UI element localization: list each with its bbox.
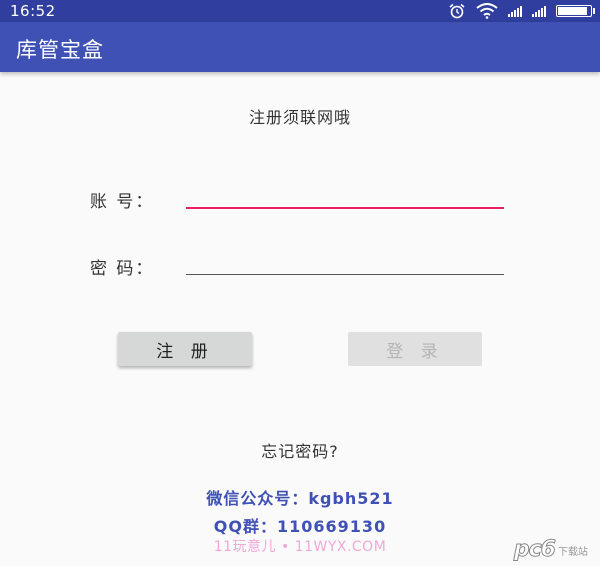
wechat-info: 微信公众号：kgbh521 <box>206 489 394 508</box>
alarm-icon <box>449 3 465 19</box>
status-time: 16:52 <box>10 2 56 20</box>
account-label: 账 号： <box>90 192 155 212</box>
status-icons <box>448 3 595 19</box>
battery-icon <box>556 5 595 17</box>
app-bar: 库管宝盒 <box>0 22 600 72</box>
password-label: 密 码： <box>90 259 155 279</box>
corner-logo: pc6 下载站 <box>513 537 588 563</box>
signal-icon <box>508 5 522 17</box>
password-input[interactable] <box>186 252 504 275</box>
watermark-text: 11玩意儿 • 11WYX.COM <box>213 539 387 555</box>
forgot-password-link[interactable]: 忘记密码? <box>0 438 600 462</box>
qq-group-info: QQ群：110669130 <box>213 517 387 536</box>
signal-icon <box>532 5 546 17</box>
account-input[interactable] <box>186 185 504 209</box>
corner-logo-sub: 下载站 <box>558 547 588 558</box>
corner-logo-main: pc6 <box>513 537 556 563</box>
notice-text: 注册须联网哦 <box>248 108 351 127</box>
wifi-icon <box>476 3 498 19</box>
login-button[interactable]: 登 录 <box>348 332 482 366</box>
app-title: 库管宝盒 <box>16 38 104 62</box>
battery-level <box>558 7 587 15</box>
status-bar: 16:52 <box>0 0 600 22</box>
register-button[interactable]: 注 册 <box>118 332 252 366</box>
